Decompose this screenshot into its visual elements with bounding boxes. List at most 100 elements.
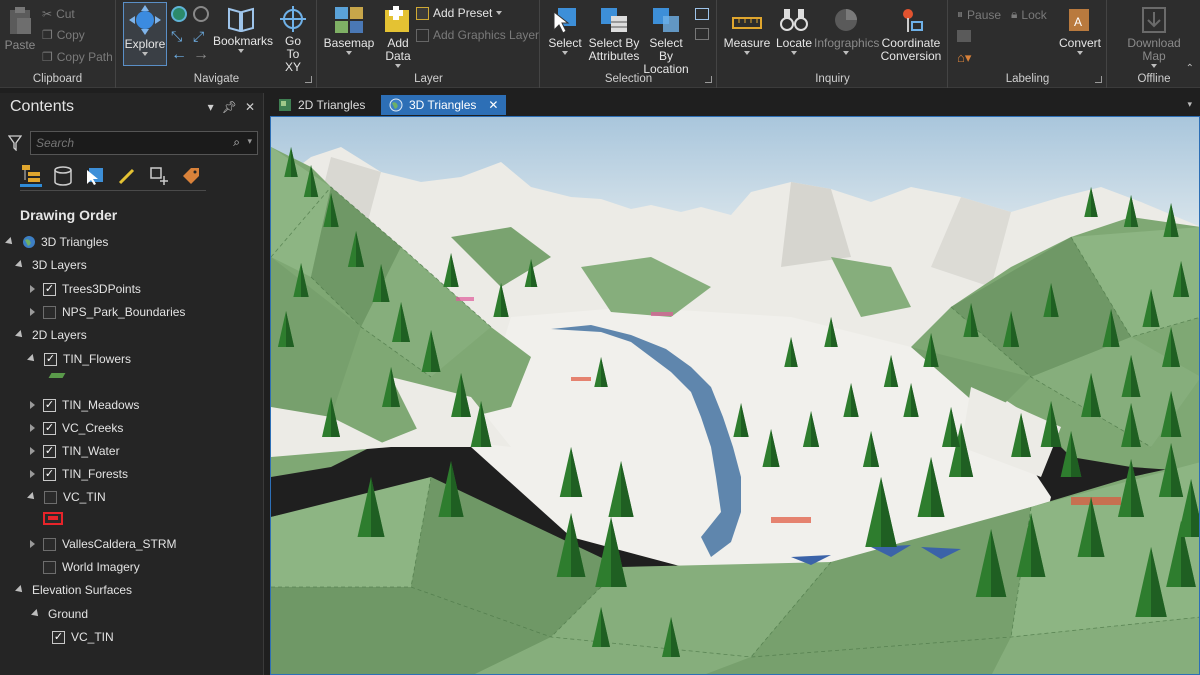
- collapse-icon[interactable]: [31, 609, 41, 619]
- collapse-icon[interactable]: [27, 492, 37, 502]
- layer-tin-flowers[interactable]: ✓ TIN_Flowers: [27, 349, 131, 369]
- explore-button[interactable]: Explore: [123, 2, 167, 66]
- zoom-out-icon[interactable]: ⤢: [193, 28, 204, 45]
- expand-icon[interactable]: [30, 401, 35, 409]
- layer-trees3dpoints[interactable]: ✓ Trees3DPoints: [30, 279, 141, 299]
- layer-tin-meadows[interactable]: ✓ TIN_Meadows: [30, 395, 139, 415]
- infographics-button[interactable]: Infographics: [814, 6, 879, 55]
- list-by-selection-icon[interactable]: [84, 165, 106, 187]
- visibility-checkbox[interactable]: [43, 537, 56, 551]
- visibility-checkbox[interactable]: [44, 490, 57, 504]
- locate-button[interactable]: Locate: [772, 6, 816, 55]
- add-graphics-layer-button[interactable]: Add Graphics Layer: [416, 28, 539, 42]
- download-map-button[interactable]: Download Map: [1120, 6, 1188, 68]
- lock-button[interactable]: 🔒︎ Lock: [1011, 7, 1047, 22]
- list-by-data-source-icon[interactable]: [52, 165, 74, 187]
- basemap-button[interactable]: Basemap: [322, 6, 376, 55]
- label-priority-icon[interactable]: ⌂▾: [957, 50, 971, 66]
- visibility-checkbox[interactable]: ✓: [44, 352, 57, 366]
- copy-path-button[interactable]: ❐ Copy Path: [42, 50, 113, 64]
- previous-extent-icon[interactable]: ←: [171, 46, 187, 64]
- list-by-labeling-icon[interactable]: [180, 165, 202, 187]
- group-3d-layers[interactable]: 3D Layers: [15, 255, 87, 275]
- group-elevation-surfaces[interactable]: Elevation Surfaces: [15, 580, 132, 600]
- layer-tin-water[interactable]: ✓ TIN_Water: [30, 441, 120, 461]
- layer-vc-tin[interactable]: VC_TIN: [27, 487, 106, 507]
- collapse-icon[interactable]: [15, 330, 25, 340]
- zoom-in-icon[interactable]: ⤡: [171, 28, 182, 45]
- bookmarks-button[interactable]: Bookmarks: [213, 6, 273, 53]
- ruler-icon: [732, 17, 762, 29]
- expand-icon[interactable]: [30, 540, 35, 548]
- search-icon[interactable]: ⌕: [233, 135, 240, 150]
- scene-canvas[interactable]: [271, 117, 1200, 675]
- view-unplaced-icon[interactable]: [957, 30, 971, 42]
- filter-icon[interactable]: [8, 135, 22, 151]
- expand-icon[interactable]: [30, 308, 35, 316]
- group-label: Ground: [48, 607, 89, 621]
- visibility-checkbox[interactable]: ✓: [43, 467, 56, 481]
- add-preset-button[interactable]: Add Preset: [416, 6, 503, 20]
- expand-icon[interactable]: [30, 424, 35, 432]
- visibility-checkbox[interactable]: [43, 560, 56, 574]
- list-by-editing-icon[interactable]: [116, 165, 138, 187]
- visibility-checkbox[interactable]: ✓: [43, 398, 56, 412]
- list-by-drawing-order-icon[interactable]: [20, 165, 42, 187]
- expand-icon[interactable]: [30, 447, 35, 455]
- expand-icon[interactable]: [30, 470, 35, 478]
- pane-options-icon[interactable]: ▾: [208, 100, 214, 114]
- cut-button[interactable]: ✂ Cut: [42, 7, 75, 21]
- visibility-checkbox[interactable]: [43, 305, 56, 319]
- search-input[interactable]: [30, 131, 258, 155]
- copy-button[interactable]: ❐ Copy: [42, 28, 85, 42]
- close-icon[interactable]: ✕: [245, 100, 255, 114]
- fixed-zoom-icon[interactable]: [193, 6, 209, 22]
- paste-button[interactable]: Paste: [4, 6, 36, 52]
- visibility-checkbox[interactable]: ✓: [43, 282, 56, 296]
- labeling-launcher-icon[interactable]: [1095, 76, 1102, 83]
- layer-nps-park-boundaries[interactable]: NPS_Park_Boundaries: [30, 302, 185, 322]
- visibility-checkbox[interactable]: ✓: [52, 630, 65, 644]
- visibility-checkbox[interactable]: ✓: [43, 444, 56, 458]
- close-tab-icon[interactable]: ✕: [488, 98, 498, 112]
- layer-world-imagery[interactable]: World Imagery: [43, 557, 140, 577]
- coordinate-conversion-button[interactable]: Coordinate Conversion: [878, 6, 944, 63]
- next-extent-icon[interactable]: →: [193, 46, 209, 64]
- map-node[interactable]: 3D Triangles: [5, 232, 108, 252]
- navigate-launcher-icon[interactable]: [305, 76, 312, 83]
- collapse-icon[interactable]: [27, 354, 37, 364]
- collapse-icon[interactable]: [15, 260, 25, 270]
- visibility-checkbox[interactable]: ✓: [43, 421, 56, 435]
- pin-icon[interactable]: 📌︎: [222, 100, 237, 114]
- select-button[interactable]: Select: [545, 6, 585, 55]
- measure-button[interactable]: Measure: [722, 6, 772, 55]
- collapse-ribbon-icon[interactable]: ⌃: [1186, 63, 1194, 74]
- convert-button[interactable]: A Convert: [1057, 6, 1103, 55]
- layer-tin-forests[interactable]: ✓ TIN_Forests: [30, 464, 128, 484]
- full-extent-icon[interactable]: [171, 6, 187, 22]
- elevation-vc-tin[interactable]: ✓ VC_TIN: [52, 627, 114, 647]
- scene-view[interactable]: [270, 116, 1200, 675]
- tab-2d-triangles[interactable]: 2D Triangles: [270, 95, 373, 115]
- search-options-icon[interactable]: ▾: [247, 136, 252, 147]
- list-by-snapping-icon[interactable]: [148, 165, 170, 187]
- attribute-table-icon[interactable]: [695, 8, 709, 20]
- pause-button[interactable]: ⏸ Pause: [957, 7, 1001, 22]
- layer-vc-creeks[interactable]: ✓ VC_Creeks: [30, 418, 123, 438]
- select-by-attributes-button[interactable]: Select By Attributes: [585, 6, 643, 63]
- coordinate-pin-icon: [903, 9, 923, 32]
- layer-label: Trees3DPoints: [62, 282, 141, 296]
- ground-surface[interactable]: Ground: [31, 604, 89, 624]
- tab-list-icon[interactable]: ▾: [1187, 99, 1192, 110]
- go-to-xy-button[interactable]: Go To XY: [273, 6, 313, 74]
- layer-vallescaldera-strm[interactable]: VallesCaldera_STRM: [30, 534, 177, 554]
- selection-launcher-icon[interactable]: [705, 76, 712, 83]
- group-2d-layers[interactable]: 2D Layers: [15, 325, 87, 345]
- select-by-location-button[interactable]: Select By Location: [641, 6, 691, 76]
- collapse-icon[interactable]: [15, 585, 25, 595]
- clear-selection-icon[interactable]: [695, 28, 709, 40]
- collapse-icon[interactable]: [5, 237, 15, 247]
- expand-icon[interactable]: [30, 285, 35, 293]
- add-data-button[interactable]: Add Data: [378, 6, 418, 68]
- tab-3d-triangles[interactable]: 3D Triangles ✕: [381, 95, 507, 115]
